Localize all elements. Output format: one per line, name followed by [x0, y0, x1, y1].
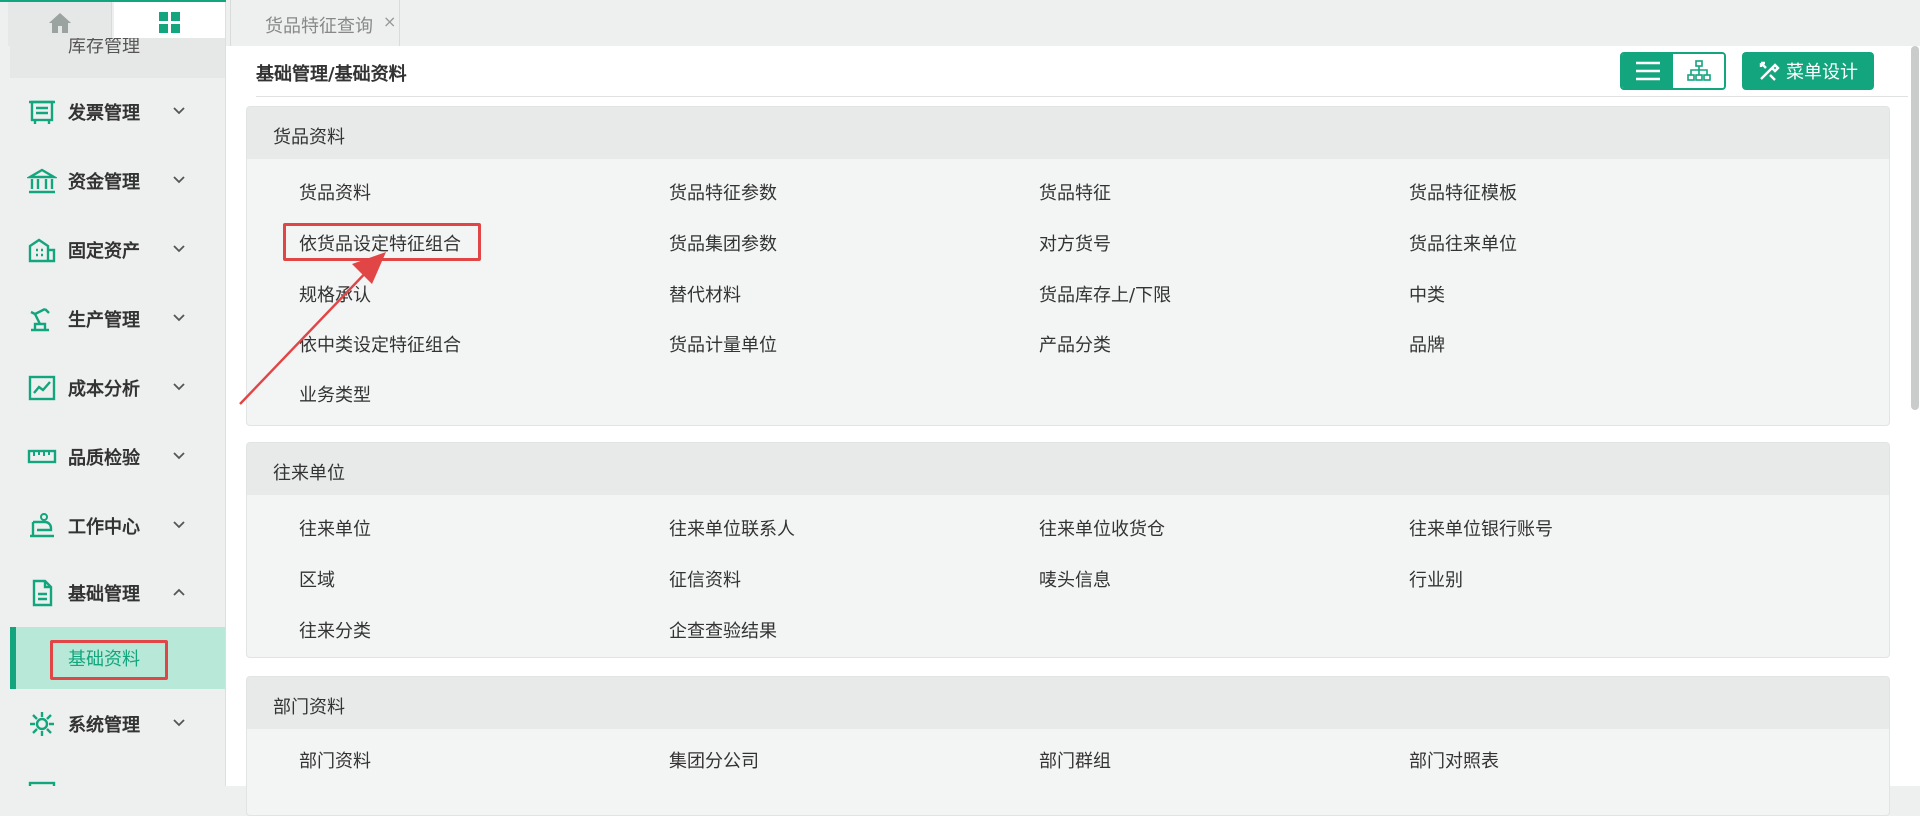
link-goods-feature-template[interactable]: 货品特征模板 — [1409, 179, 1517, 205]
link-goods-uom[interactable]: 货品计量单位 — [669, 331, 777, 357]
link-region[interactable]: 区域 — [299, 566, 335, 592]
sidebar-item-label: 基础管理 — [68, 583, 140, 605]
link-department-mapping[interactable]: 部门对照表 — [1409, 747, 1499, 773]
link-product-category[interactable]: 产品分类 — [1039, 331, 1111, 357]
tab-bar: 货品特征查询 × — [226, 0, 1920, 46]
section-header: 部门资料 — [247, 677, 1889, 729]
sidebar-item-label: 工作中心 — [68, 516, 140, 538]
section-title: 往来单位 — [273, 463, 345, 484]
list-view-button[interactable] — [1622, 54, 1673, 88]
section-partners: 往来单位 往来单位 往来单位联系人 往来单位收货仓 往来单位银行账号 区域 征信… — [246, 442, 1890, 658]
sidebar-item-label: 发票管理 — [68, 102, 140, 124]
link-partner-category[interactable]: 往来分类 — [299, 617, 371, 643]
section-header: 往来单位 — [247, 443, 1889, 495]
sidebar-item-inventory[interactable]: 库存管理 — [10, 38, 225, 78]
link-credit-info[interactable]: 征信资料 — [669, 566, 741, 592]
bank-icon — [27, 168, 57, 194]
sidebar-item-basic-management[interactable]: 基础管理 — [0, 558, 225, 627]
link-department-group[interactable]: 部门群组 — [1039, 747, 1111, 773]
breadcrumb: 基础管理/基础资料 — [256, 64, 407, 85]
link-qichacha-result[interactable]: 企查查验结果 — [669, 617, 777, 643]
invoice-icon — [29, 100, 55, 124]
link-partner-bank-account[interactable]: 往来单位银行账号 — [1409, 515, 1553, 541]
document-icon — [32, 579, 53, 607]
link-partner-contact[interactable]: 往来单位联系人 — [669, 515, 795, 541]
sidebar-item-label: 成本分析 — [68, 378, 140, 400]
section-goods: 货品资料 货品资料 货品特征参数 货品特征 货品特征模板 依货品设定特征组合 货… — [246, 106, 1890, 426]
design-tools-icon — [1759, 61, 1780, 81]
menu-design-label: 菜单设计 — [1786, 62, 1858, 83]
home-icon — [48, 13, 71, 33]
breadcrumb-divider — [256, 96, 1908, 97]
section-departments: 部门资料 部门资料 集团分公司 部门群组 部门对照表 — [246, 676, 1890, 816]
link-goods-partner[interactable]: 货品往来单位 — [1409, 230, 1517, 256]
highlight-box-sidebar — [50, 640, 168, 680]
view-toggle — [1620, 52, 1726, 90]
link-goods-feature-params[interactable]: 货品特征参数 — [669, 179, 777, 205]
sidebar-item-assets[interactable]: 固定资产 — [0, 215, 225, 284]
chevron-up-icon — [173, 588, 185, 596]
link-department[interactable]: 部门资料 — [299, 747, 371, 773]
sidebar-item-label: 资金管理 — [68, 171, 140, 193]
chevron-down-icon — [173, 314, 185, 322]
chevron-down-icon — [173, 245, 185, 253]
robot-arm-icon — [30, 307, 50, 332]
sidebar-item-invoice[interactable]: 发票管理 — [0, 77, 225, 146]
sidebar-item-label: 固定资产 — [68, 240, 140, 262]
building-icon — [28, 238, 56, 263]
link-counterpart-item-no[interactable]: 对方货号 — [1039, 230, 1111, 256]
sidebar-item-label: 系统管理 — [68, 714, 140, 736]
link-partner[interactable]: 往来单位 — [299, 515, 371, 541]
sidebar-item-system[interactable]: 系统管理 — [0, 689, 225, 758]
chevron-down-icon — [173, 719, 185, 727]
link-partner-warehouse[interactable]: 往来单位收货仓 — [1039, 515, 1165, 541]
main-content: 基础管理/基础资料 菜单设计 货品资料 货品资料 货品特征参数 货品特征 货品特… — [226, 46, 1920, 816]
hamburger-icon — [1635, 61, 1660, 81]
sidebar-item-label: 生产管理 — [68, 309, 140, 331]
menu-design-button[interactable]: 菜单设计 — [1742, 52, 1874, 90]
scrollbar[interactable] — [1908, 46, 1920, 786]
chart-trend-icon — [28, 375, 56, 401]
chevron-down-icon — [173, 521, 185, 529]
link-substitute-material[interactable]: 替代材料 — [669, 281, 741, 307]
sidebar-item-label: 库存管理 — [68, 38, 140, 57]
tab-label: 货品特征查询 — [265, 16, 373, 37]
link-shipping-mark[interactable]: 唛头信息 — [1039, 566, 1111, 592]
org-chart-icon — [1686, 60, 1711, 81]
link-stock-limits[interactable]: 货品库存上/下限 — [1039, 281, 1171, 307]
link-goods-data[interactable]: 货品资料 — [299, 179, 371, 205]
chevron-down-icon — [173, 107, 185, 115]
scroll-thumb[interactable] — [1911, 46, 1919, 410]
chevron-down-icon — [173, 383, 185, 391]
close-icon[interactable]: × — [383, 12, 396, 31]
chevron-down-icon — [173, 452, 185, 460]
link-goods-group-params[interactable]: 货品集团参数 — [669, 230, 777, 256]
link-brand[interactable]: 品牌 — [1409, 331, 1445, 357]
section-title: 部门资料 — [273, 697, 345, 718]
sidebar-item-funds[interactable]: 资金管理 — [0, 146, 225, 215]
sidebar-item-label: 品质检验 — [68, 447, 140, 469]
workstation-icon — [30, 513, 54, 538]
link-group-branch[interactable]: 集团分公司 — [669, 747, 759, 773]
sidebar-item-work-center[interactable]: 工作中心 — [0, 491, 225, 560]
link-goods-feature[interactable]: 货品特征 — [1039, 179, 1111, 205]
section-title: 货品资料 — [273, 127, 345, 148]
chevron-down-icon — [173, 176, 185, 184]
tree-view-button[interactable] — [1673, 54, 1724, 88]
sidebar-item-partial[interactable] — [0, 758, 225, 786]
grid-icon — [159, 12, 180, 33]
tab-goods-feature-query[interactable]: 货品特征查询 × — [230, 0, 400, 46]
annotation-arrow — [239, 252, 386, 405]
sidebar-item-cost-analysis[interactable]: 成本分析 — [0, 353, 225, 422]
section-header: 货品资料 — [247, 107, 1889, 159]
link-industry[interactable]: 行业别 — [1409, 566, 1463, 592]
link-mid-category[interactable]: 中类 — [1409, 281, 1445, 307]
sidebar-item-quality[interactable]: 品质检验 — [0, 422, 225, 491]
ruler-icon — [27, 449, 57, 464]
sidebar-item-production[interactable]: 生产管理 — [0, 284, 225, 353]
sidebar: 库存管理 发票管理 资金管理 固定资产 生产管理 成本分析 品质检验 工作中心 … — [0, 0, 226, 786]
gear-icon — [30, 712, 54, 736]
partial-icon — [28, 781, 56, 786]
